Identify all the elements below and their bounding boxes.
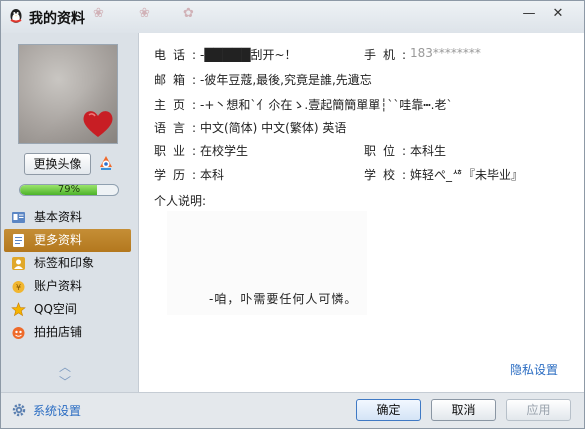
- language-label: 语言:: [154, 121, 204, 135]
- qq-show-icon[interactable]: [97, 154, 115, 172]
- language-value: 中文(简体) 中文(繁体) 英语: [200, 121, 347, 135]
- profile-window: 我的资料 ❀ ❀ ✿ — ✕ 更换头像 79% 基本资料 更多资料 标签和印象 …: [0, 0, 585, 429]
- phone-label: 电话:: [154, 48, 204, 62]
- mobile-prefix: 183: [410, 46, 433, 60]
- education-label: 学历:: [154, 168, 204, 182]
- privacy-settings-link[interactable]: 隐私设置: [510, 361, 558, 378]
- ok-button[interactable]: 确定: [356, 399, 421, 421]
- sidebar-item-label: 更多资料: [34, 233, 83, 247]
- shop-icon: [12, 327, 25, 339]
- sidebar-item-tags[interactable]: 标签和印象: [4, 252, 131, 275]
- profile-details-panel: 电话: -█████刮开~！ 手机: 183******** 邮箱: -彼年豆蔻…: [138, 33, 584, 392]
- position-label: 职位:: [364, 144, 414, 158]
- scroll-down-icon[interactable]: ﹀: [59, 373, 71, 390]
- mobile-value: 183********: [410, 46, 481, 60]
- gear-icon[interactable]: [11, 402, 27, 418]
- sidebar-item-label: 拍拍店铺: [34, 325, 83, 339]
- school-value: 姩轻ぺ_ᄻ『未毕业』: [410, 168, 524, 182]
- minimize-button[interactable]: —: [517, 5, 541, 23]
- sidebar-item-label: QQ空间: [34, 302, 77, 316]
- sidebar-item-account[interactable]: ¥ 账户资料: [4, 275, 131, 298]
- system-settings-link[interactable]: 系统设置: [33, 402, 81, 419]
- position-value: 本科生: [410, 144, 447, 158]
- sidebar: 更换头像 79% 基本资料 更多资料 标签和印象 ¥ 账户资料 QQ空间 拍拍店…: [1, 33, 139, 392]
- email-value: -彼年豆蔻,最後,究竟是誰,先遺忘: [200, 73, 372, 87]
- sidebar-item-basic-info[interactable]: 基本资料: [4, 206, 131, 229]
- bottom-bar: 系统设置 确定 取消 应用: [1, 392, 584, 428]
- heart-icon: [83, 111, 113, 137]
- sidebar-item-qzone[interactable]: QQ空间: [4, 298, 131, 321]
- education-value: 本科: [200, 168, 225, 182]
- change-avatar-button[interactable]: 更换头像: [24, 153, 91, 175]
- sidebar-item-shop[interactable]: 拍拍店铺: [4, 321, 131, 344]
- job-label: 职业:: [154, 144, 204, 158]
- title-bar[interactable]: 我的资料 ❀ ❀ ✿ — ✕: [1, 1, 584, 33]
- phone-value: -█████刮开~！: [200, 48, 297, 62]
- more-info-icon: [13, 234, 24, 247]
- email-label: 邮箱:: [154, 73, 204, 87]
- sidebar-item-more-info[interactable]: 更多资料: [4, 229, 131, 252]
- avatar[interactable]: [18, 44, 118, 144]
- personal-intro-label: 个人说明:: [154, 194, 207, 208]
- tags-icon: [12, 257, 25, 270]
- flower-decoration-icon: ✿: [183, 6, 194, 21]
- sidebar-item-label: 标签和印象: [34, 256, 95, 270]
- sidebar-nav: 基本资料 更多资料 标签和印象 ¥ 账户资料 QQ空间 拍拍店铺: [4, 206, 131, 344]
- apply-button[interactable]: 应用: [506, 399, 571, 421]
- profile-completion-text: 79%: [57, 184, 81, 195]
- mobile-mask: ********: [432, 46, 481, 60]
- flower-decoration-icon: ❀: [139, 6, 150, 21]
- close-button[interactable]: ✕: [546, 5, 570, 23]
- window-title: 我的资料: [29, 11, 85, 27]
- qq-penguin-icon: [10, 9, 22, 23]
- flower-decoration-icon: ❀: [93, 6, 104, 21]
- cancel-button[interactable]: 取消: [431, 399, 496, 421]
- qzone-star-icon: [11, 302, 26, 317]
- homepage-value: -+丶想和`亻尒在ゝ.壹起簡簡單單┆``哇靠┅.老`: [200, 98, 453, 112]
- profile-card-icon: [12, 212, 25, 223]
- school-label: 学校:: [364, 168, 414, 182]
- mobile-label: 手机:: [364, 48, 414, 62]
- profile-completion-bar: 79%: [19, 184, 119, 196]
- job-value: 在校学生: [200, 144, 249, 158]
- sidebar-item-label: 基本资料: [34, 210, 83, 224]
- account-icon: ¥: [12, 281, 25, 293]
- sidebar-item-label: 账户资料: [34, 279, 83, 293]
- svg-text:¥: ¥: [16, 283, 21, 292]
- homepage-label: 主页:: [154, 98, 204, 112]
- personal-intro-text: -咱，卟需要任何人可憐。: [209, 292, 358, 306]
